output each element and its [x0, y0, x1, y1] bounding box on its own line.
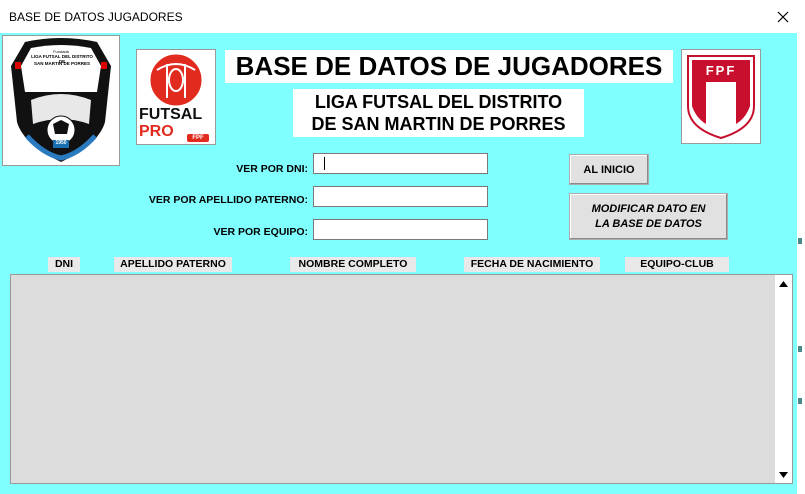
- page-title: BASE DE DATOS DE JUGADORES: [225, 50, 673, 83]
- dni-label: VER POR DNI:: [236, 163, 308, 175]
- background-window-mark: [798, 238, 802, 244]
- window-title: BASE DE DATOS JUGADORES: [9, 10, 183, 24]
- scroll-up-button[interactable]: [775, 275, 792, 292]
- subtitle-line-2: DE SAN MARTIN DE PORRES: [311, 114, 566, 134]
- liga-logo: Fundada LIGA FUTSAL DEL DISTRITO DE SAN …: [2, 35, 120, 166]
- futsal-logo-word1: FUTSAL: [139, 106, 203, 123]
- column-header-dni: DNI: [48, 257, 80, 272]
- text-caret: [324, 157, 325, 170]
- al-inicio-button[interactable]: AL INICIO: [569, 154, 649, 185]
- futsal-pro-logo: FUTSAL PRO FPF: [136, 49, 216, 145]
- column-header-apellido: APELLIDO PATERNO: [114, 257, 232, 272]
- modificar-dato-button[interactable]: MODIFICAR DATO EN LA BASE DE DATOS: [569, 193, 728, 240]
- close-icon: [777, 11, 789, 23]
- fpf-logo: FPF: [681, 49, 761, 144]
- close-button[interactable]: [768, 4, 798, 30]
- arrow-up-icon: [779, 280, 788, 287]
- column-header-fecha: FECHA DE NACIMIENTO: [464, 257, 600, 272]
- modificar-button-line-1: MODIFICAR DATO EN: [591, 202, 706, 215]
- apellido-label: VER POR APELLIDO PATERNO:: [148, 194, 308, 206]
- players-listbox[interactable]: [10, 274, 793, 484]
- futsal-logo-badge: FPF: [192, 135, 204, 141]
- modificar-button-line-2: LA BASE DE DATOS: [595, 217, 702, 230]
- liga-logo-text-2: SAN MARTIN DE PORRES: [33, 61, 90, 66]
- scroll-down-button[interactable]: [775, 466, 792, 483]
- dni-search-input[interactable]: [313, 153, 488, 174]
- al-inicio-button-label: AL INICIO: [583, 163, 635, 176]
- liga-logo-year: 1950: [55, 140, 67, 146]
- fpf-logo-letters: FPF: [705, 63, 737, 78]
- equipo-search-input[interactable]: [313, 219, 488, 240]
- equipo-label: VER POR EQUIPO:: [213, 226, 308, 238]
- column-header-equipo: EQUIPO-CLUB: [625, 257, 729, 272]
- form-client-area: Fundada LIGA FUTSAL DEL DISTRITO DE SAN …: [0, 33, 797, 494]
- column-header-nombre: NOMBRE COMPLETO: [290, 257, 416, 272]
- vertical-scrollbar[interactable]: [774, 275, 792, 483]
- futsal-logo-word2: PRO: [139, 123, 174, 140]
- background-window-mark: [798, 398, 802, 404]
- background-window-mark: [798, 346, 802, 352]
- arrow-down-icon: [779, 471, 788, 478]
- subtitle-line-1: LIGA FUTSAL DEL DISTRITO: [314, 92, 563, 112]
- page-subtitle: LIGA FUTSAL DEL DISTRITO DE SAN MARTIN D…: [293, 89, 584, 137]
- title-bar[interactable]: BASE DE DATOS JUGADORES: [0, 0, 797, 33]
- background-window-edge: [797, 0, 805, 494]
- scrollbar-thumb[interactable]: [776, 293, 790, 397]
- apellido-search-input[interactable]: [313, 186, 488, 207]
- form-window: BASE DE DATOS JUGADORES Fundada LIGA FUT…: [0, 0, 798, 494]
